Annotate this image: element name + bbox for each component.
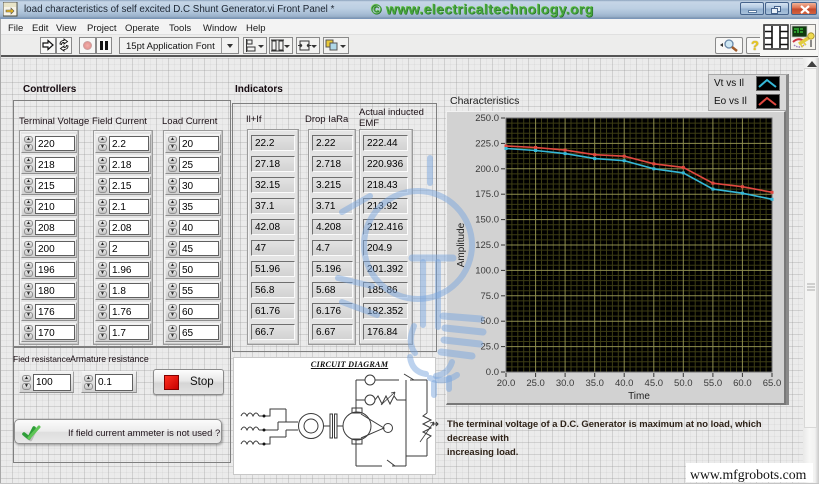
svg-text:45.0: 45.0	[645, 378, 664, 389]
svg-text:Time: Time	[628, 391, 650, 402]
svg-text:20.0: 20.0	[497, 378, 516, 389]
svg-text:25.0: 25.0	[526, 378, 545, 389]
svg-text:225.0: 225.0	[475, 138, 499, 149]
svg-text:60.0: 60.0	[733, 378, 752, 389]
svg-text:40.0: 40.0	[615, 378, 634, 389]
svg-text:50.0: 50.0	[674, 378, 693, 389]
svg-text:30.0: 30.0	[556, 378, 575, 389]
svg-text:65.0: 65.0	[763, 378, 782, 389]
svg-text:35.0: 35.0	[585, 378, 604, 389]
svg-text:250.0: 250.0	[475, 113, 499, 124]
svg-text:55.0: 55.0	[704, 378, 723, 389]
